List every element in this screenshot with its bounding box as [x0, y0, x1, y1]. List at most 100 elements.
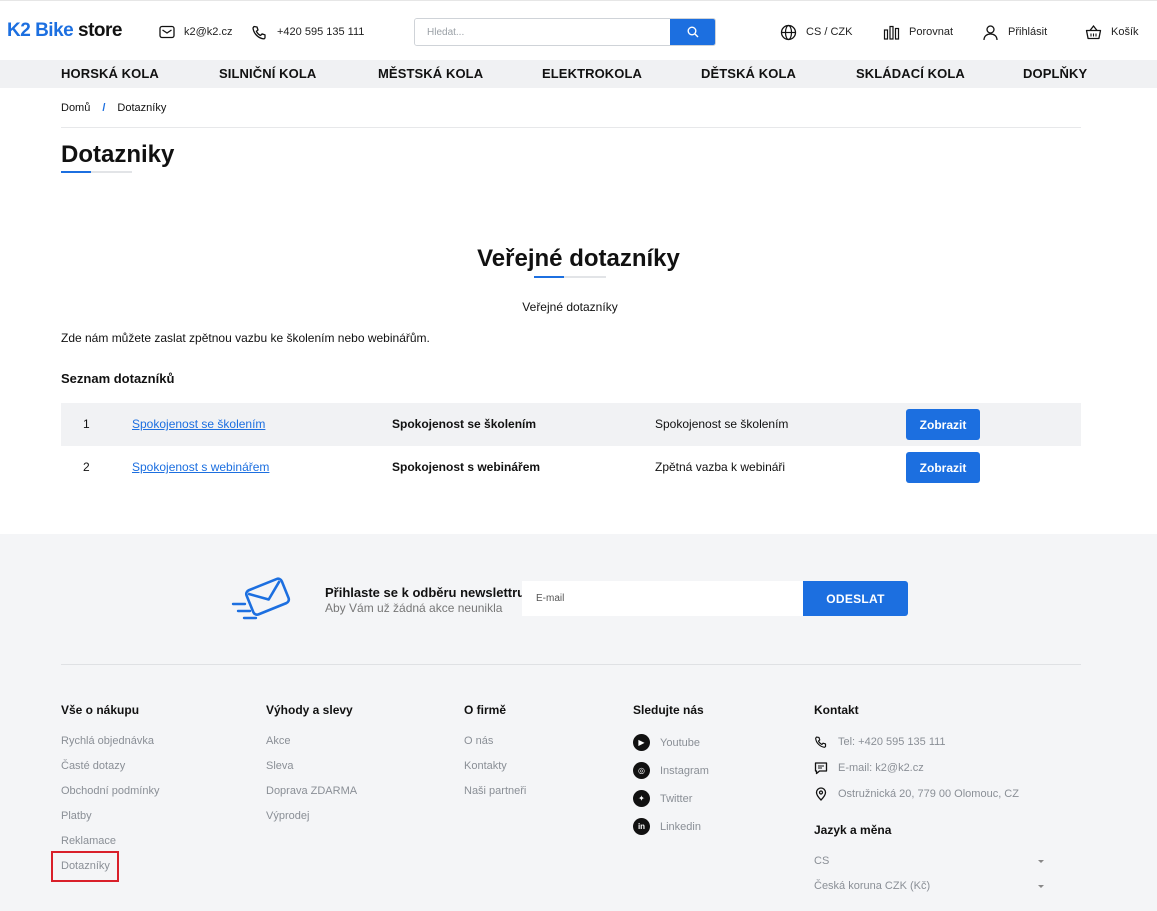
map-pin-icon — [815, 787, 827, 801]
survey-name: Spokojenost se školením — [392, 417, 537, 431]
store-logo[interactable]: K2 Bike store — [7, 20, 122, 42]
footer-link[interactable]: Doprava ZDARMA — [266, 785, 357, 797]
breadcrumb: Domů / Dotazníky — [61, 102, 166, 114]
basket-icon — [1085, 24, 1102, 39]
login-text: Přihlásit — [1008, 26, 1048, 38]
compare-text: Porovnat — [909, 26, 954, 38]
footer-link[interactable]: O nás — [464, 735, 493, 747]
nav-item-detska-kola[interactable]: DĚTSKÁ KOLA — [701, 66, 796, 81]
social-label: Twitter — [660, 792, 693, 805]
section-title: Veřejné dotazníky — [477, 245, 680, 272]
linkedin-icon: in — [633, 818, 650, 835]
newsletter-subtitle: Aby Vám už žádná akce neunikla — [325, 601, 503, 615]
nav-item-elektrokola[interactable]: ELEKTROKOLA — [542, 66, 642, 81]
currency-select-value: Česká koruna CZK (Kč) — [814, 880, 931, 892]
social-instagram[interactable]: ◎ Instagram — [633, 762, 709, 779]
logo-k2: K2 — [7, 20, 31, 41]
footer-heading-firma: O firmě — [464, 703, 507, 717]
social-label: Youtube — [660, 736, 700, 749]
contact-phone-text: Tel: +420 595 135 111 — [838, 736, 946, 748]
search-button[interactable] — [670, 19, 715, 45]
footer-divider — [61, 664, 1081, 665]
contact-address: Ostružnická 20, 779 00 Olomouc, CZ — [814, 787, 1019, 801]
cart-link[interactable]: Košík — [1085, 22, 1139, 42]
twitter-icon: ✦ — [633, 790, 650, 807]
cart-text: Košík — [1111, 26, 1139, 38]
language-select[interactable]: CS — [814, 855, 1044, 867]
section-title-underline — [534, 276, 606, 278]
social-twitter[interactable]: ✦ Twitter — [633, 790, 692, 807]
section-subtitle: Veřejné dotazníky — [522, 300, 618, 314]
survey-link[interactable]: Spokojenost se školením — [132, 417, 265, 431]
footer-link[interactable]: Časté dotazy — [61, 760, 125, 772]
language-select-value: CS — [814, 855, 830, 867]
newsletter-submit-button[interactable]: ODESLAT — [803, 581, 908, 616]
logo-bike: Bike — [35, 20, 74, 41]
footer-link[interactable]: Rychlá objednávka — [61, 735, 154, 747]
logo-store: store — [78, 20, 122, 41]
show-survey-button[interactable]: Zobrazit — [906, 452, 980, 483]
currency-select[interactable]: Česká koruna CZK (Kč) — [814, 880, 1044, 892]
footer-link[interactable]: Obchodní podmínky — [61, 785, 159, 797]
login-link[interactable]: Přihlásit — [982, 22, 1047, 42]
nav-item-doplnky[interactable]: DOPLŇKY — [1023, 66, 1087, 81]
top-border — [0, 0, 1157, 4]
title-underline — [61, 171, 132, 173]
phone-icon — [252, 25, 266, 40]
show-survey-button[interactable]: Zobrazit — [906, 409, 980, 440]
mail-icon — [159, 25, 175, 39]
social-linkedin[interactable]: in Linkedin — [633, 818, 701, 835]
footer-heading-nakup: Vše o nákupu — [61, 703, 140, 717]
chevron-down-icon — [1038, 885, 1044, 888]
footer-heading-vyhody: Výhody a slevy — [266, 703, 353, 717]
breadcrumb-home[interactable]: Domů — [61, 102, 90, 114]
contact-email-text: E-mail: k2@k2.cz — [838, 762, 924, 774]
survey-name: Spokojenost s webinářem — [392, 460, 541, 474]
nav-item-skladaci-kola[interactable]: SKLÁDACÍ KOLA — [856, 66, 965, 81]
footer-heading-language: Jazyk a měna — [814, 823, 892, 837]
social-youtube[interactable]: ▶ Youtube — [633, 734, 700, 751]
footer-link[interactable]: Kontakty — [464, 760, 507, 772]
compare-link[interactable]: Porovnat — [883, 22, 953, 42]
category-nav: HORSKÁ KOLA SILNIČNÍ KOLA MĚSTSKÁ KOLA E… — [0, 60, 1157, 88]
newsletter-email-input[interactable] — [522, 581, 803, 616]
newsletter-title: Přihlaste se k odběru newslettru — [325, 585, 526, 600]
nav-item-mestska-kola[interactable]: MĚSTSKÁ KOLA — [378, 66, 483, 81]
header-email-text: k2@k2.cz — [184, 26, 233, 38]
contact-phone[interactable]: Tel: +420 595 135 111 — [814, 735, 946, 749]
survey-link[interactable]: Spokojenost s webinářem — [132, 460, 269, 474]
social-label: Instagram — [660, 764, 709, 777]
footer-link[interactable]: Naši partneři — [464, 785, 526, 797]
survey-number: 1 — [83, 417, 90, 431]
language-currency-switch[interactable]: CS / CZK — [780, 22, 852, 42]
header-email[interactable]: k2@k2.cz — [159, 22, 232, 42]
footer-link[interactable]: Reklamace — [61, 835, 116, 847]
user-icon — [983, 24, 998, 40]
highlight-box — [51, 851, 119, 882]
survey-row: 2 Spokojenost s webinářem Spokojenost s … — [61, 446, 1081, 489]
footer-heading-contact: Kontakt — [814, 703, 859, 717]
footer-link[interactable]: Sleva — [266, 760, 294, 772]
header-phone[interactable]: +420 595 135 111 — [251, 22, 364, 42]
instagram-icon: ◎ — [633, 762, 650, 779]
survey-list-heading: Seznam dotazníků — [61, 371, 175, 386]
compare-chart-icon — [883, 25, 900, 40]
nav-item-horska-kola[interactable]: HORSKÁ KOLA — [61, 66, 159, 81]
footer-link[interactable]: Platby — [61, 810, 92, 822]
search-input[interactable] — [415, 19, 670, 45]
newsletter-envelope-icon — [231, 577, 291, 620]
divider — [61, 127, 1081, 128]
chat-mail-icon — [814, 762, 828, 775]
social-label: Linkedin — [660, 820, 701, 833]
nav-item-silnicni-kola[interactable]: SILNIČNÍ KOLA — [219, 66, 316, 81]
contact-email[interactable]: E-mail: k2@k2.cz — [814, 761, 924, 775]
survey-number: 2 — [83, 460, 90, 474]
survey-description: Zpětná vazba k webináři — [655, 460, 786, 474]
phone-icon — [815, 736, 827, 748]
lang-currency-text: CS / CZK — [806, 26, 853, 38]
footer-link[interactable]: Akce — [266, 735, 290, 747]
breadcrumb-separator: / — [102, 102, 106, 114]
intro-text: Zde nám můžete zaslat zpětnou vazbu ke š… — [61, 331, 430, 345]
search-icon — [687, 26, 698, 38]
footer-link[interactable]: Výprodej — [266, 810, 309, 822]
